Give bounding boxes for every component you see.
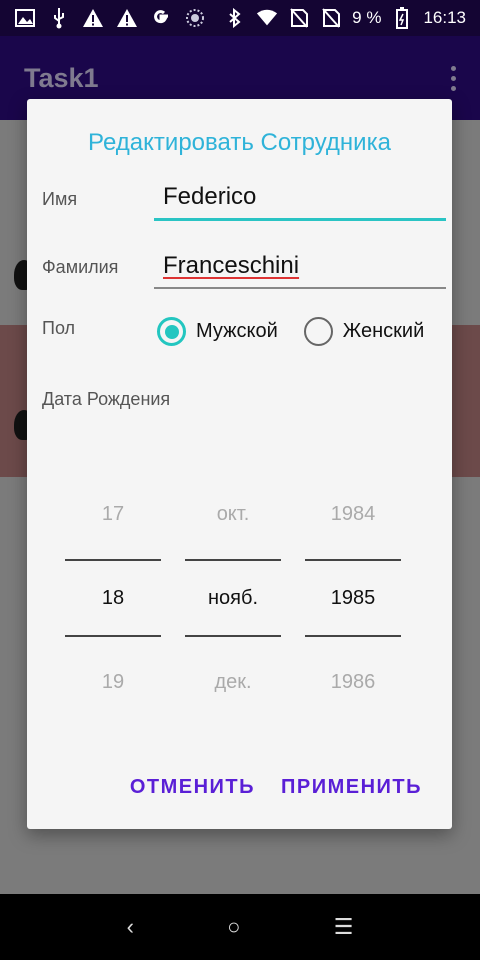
gender-radio-group: Мужской Женский <box>157 317 424 346</box>
edit-employee-dialog: Редактировать Сотрудника Имя Federico Фа… <box>27 99 452 829</box>
day-selected[interactable]: 18 <box>65 561 161 635</box>
first-name-field[interactable]: Federico <box>154 183 446 221</box>
status-bar: 9 % 16:13 <box>0 0 480 36</box>
no-sim-icon <box>288 7 310 29</box>
last-name-value: Franceschini <box>163 252 300 279</box>
first-name-label: Имя <box>42 189 78 209</box>
last-name-label: Фамилия <box>42 257 119 277</box>
day-prev[interactable]: 17 <box>65 469 161 559</box>
sync-icon <box>184 7 206 29</box>
warning-icon <box>82 7 104 29</box>
home-icon[interactable]: ○ <box>227 914 240 940</box>
dialog-actions: ОТМЕНИТЬ ПРИМЕНИТЬ <box>130 776 422 799</box>
battery-percent: 9 % <box>352 8 382 27</box>
year-next[interactable]: 1986 <box>305 637 401 727</box>
day-next[interactable]: 19 <box>65 637 161 727</box>
month-selected[interactable]: нояб. <box>185 561 281 635</box>
year-prev[interactable]: 1984 <box>305 469 401 559</box>
month-prev[interactable]: окт. <box>185 469 281 559</box>
overflow-menu-icon[interactable] <box>451 65 456 91</box>
radio-female-label: Женский <box>342 320 425 342</box>
cancel-button[interactable]: ОТМЕНИТЬ <box>130 776 255 799</box>
month-picker[interactable]: окт. нояб. дек. <box>185 469 281 727</box>
year-picker[interactable]: 1984 1985 1986 <box>305 469 401 727</box>
day-picker[interactable]: 17 18 19 <box>65 469 161 727</box>
battery-icon <box>391 7 413 29</box>
usb-icon <box>48 7 70 29</box>
apply-button[interactable]: ПРИМЕНИТЬ <box>281 776 422 799</box>
bluetooth-icon <box>224 7 246 29</box>
radio-female[interactable]: Женский <box>303 317 425 346</box>
app-title: Task1 <box>24 62 99 93</box>
no-sim-icon <box>320 7 342 29</box>
recents-icon[interactable]: ☰ <box>334 914 354 940</box>
last-name-underline <box>154 287 446 289</box>
radio-checked-icon <box>157 317 186 346</box>
radio-unchecked-icon <box>303 317 333 346</box>
clock: 16:13 <box>423 8 466 27</box>
year-selected[interactable]: 1985 <box>305 561 401 635</box>
google-icon <box>150 7 172 29</box>
wifi-icon <box>256 7 278 29</box>
radio-male[interactable]: Мужской <box>157 317 278 346</box>
warning-icon <box>116 7 138 29</box>
dialog-title: Редактировать Сотрудника <box>88 129 391 156</box>
first-name-value: Federico <box>163 183 257 210</box>
gallery-icon <box>14 7 36 29</box>
navigation-bar: ‹ ○ ☰ <box>0 894 480 960</box>
first-name-underline <box>154 218 446 221</box>
last-name-field[interactable]: Franceschini <box>154 252 446 289</box>
birth-date-label: Дата Рождения <box>42 389 171 409</box>
month-next[interactable]: дек. <box>185 637 281 727</box>
radio-male-label: Мужской <box>196 320 278 342</box>
back-icon[interactable]: ‹ <box>127 914 134 940</box>
gender-label: Пол <box>42 318 76 338</box>
